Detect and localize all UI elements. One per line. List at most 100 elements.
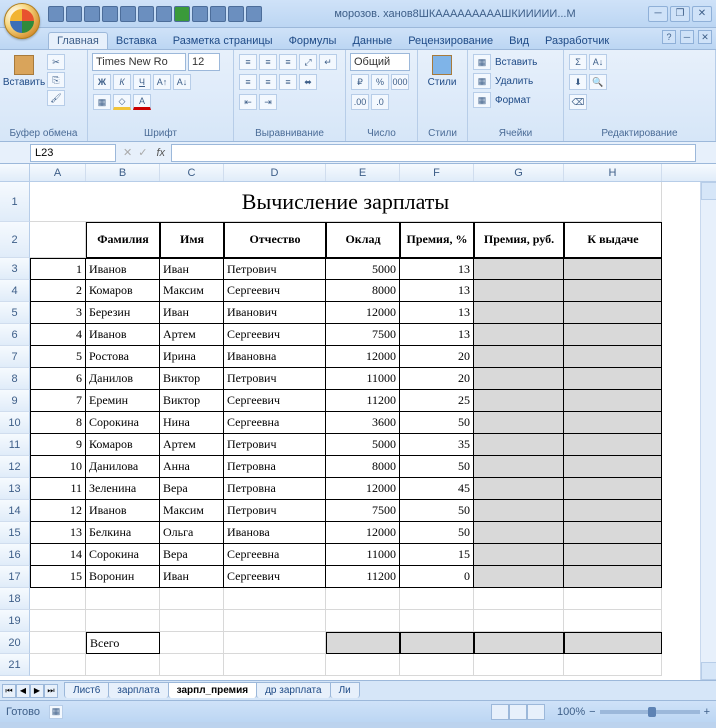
cell[interactable]: 11000 [326,368,400,390]
col-header-d[interactable]: D [224,164,326,181]
cell[interactable]: Петрович [224,434,326,456]
increase-decimal-button[interactable]: .00 [351,94,369,110]
cell[interactable]: Иванов [86,258,160,280]
cell[interactable]: 50 [400,500,474,522]
cell[interactable] [326,654,400,676]
cell[interactable] [160,632,224,654]
cell[interactable]: Иванова [224,522,326,544]
cell[interactable]: Вера [160,478,224,500]
qat-email-icon[interactable] [192,6,208,22]
align-bottom-button[interactable]: ≡ [279,54,297,70]
row-header-13[interactable]: 13 [0,478,30,500]
macro-record-icon[interactable]: ▦ [49,705,63,719]
qat-more-icon[interactable] [246,6,262,22]
cell[interactable]: 8000 [326,456,400,478]
col-header-c[interactable]: C [160,164,224,181]
cell[interactable]: Виктор [160,368,224,390]
cell[interactable] [564,632,662,654]
align-right-button[interactable]: ≡ [279,74,297,90]
qat-open-icon[interactable] [138,6,154,22]
cell[interactable] [474,434,564,456]
vertical-scrollbar[interactable] [700,182,716,680]
cell[interactable]: 13 [400,280,474,302]
cell[interactable]: Вера [160,544,224,566]
cell[interactable]: Сорокина [86,544,160,566]
cell[interactable]: Березин [86,302,160,324]
cell[interactable]: Анна [160,456,224,478]
help-button[interactable]: ? [662,30,676,44]
cell[interactable] [224,588,326,610]
qat-spell-icon[interactable] [228,6,244,22]
cell[interactable] [564,588,662,610]
underline-button[interactable]: Ч [133,74,151,90]
cell[interactable]: Ростова [86,346,160,368]
zoom-out-button[interactable]: − [589,706,595,718]
cell[interactable] [564,302,662,324]
worksheet-grid[interactable]: A B C D E F G H 1Вычисление зарплаты2Фам… [0,164,716,680]
cell[interactable]: 8000 [326,280,400,302]
col-header-h[interactable]: H [564,164,662,181]
cell[interactable] [564,478,662,500]
row-header-7[interactable]: 7 [0,346,30,368]
cell[interactable] [564,500,662,522]
cell[interactable]: Иванов [86,324,160,346]
cell[interactable]: 20 [400,346,474,368]
cell[interactable]: Вычисление зарплаты [30,182,662,222]
align-top-button[interactable]: ≡ [239,54,257,70]
cell[interactable]: Петровна [224,478,326,500]
qat-undo-icon[interactable] [66,6,82,22]
cell[interactable]: Ивановна [224,346,326,368]
cell[interactable]: Премия, % [400,222,474,258]
cell[interactable] [224,610,326,632]
cell[interactable] [564,544,662,566]
cell[interactable]: Оклад [326,222,400,258]
cell[interactable] [30,632,86,654]
row-header-3[interactable]: 3 [0,258,30,280]
cell[interactable]: 25 [400,390,474,412]
cell[interactable]: Сергеевич [224,324,326,346]
italic-button[interactable]: К [113,74,131,90]
cell[interactable] [564,280,662,302]
cell[interactable]: 11 [30,478,86,500]
col-header-a[interactable]: A [30,164,86,181]
cell[interactable]: 7 [30,390,86,412]
cell[interactable]: 12000 [326,302,400,324]
cell[interactable] [474,522,564,544]
cell[interactable]: 0 [400,566,474,588]
cell[interactable]: 13 [400,258,474,280]
tab-page-layout[interactable]: Разметка страницы [165,33,281,49]
decrease-decimal-button[interactable]: .0 [371,94,389,110]
cell[interactable]: 12000 [326,478,400,500]
cell[interactable]: Отчество [224,222,326,258]
sheet-nav-last[interactable]: ⏭ [44,684,58,698]
cell[interactable]: Иванович [224,302,326,324]
cell[interactable] [400,588,474,610]
cell[interactable]: Воронин [86,566,160,588]
cell[interactable]: 50 [400,522,474,544]
cell[interactable] [564,258,662,280]
cell[interactable]: Данилов [86,368,160,390]
cell[interactable] [474,478,564,500]
cell[interactable]: Иван [160,566,224,588]
cell[interactable] [326,632,400,654]
row-header-1[interactable]: 1 [0,182,30,222]
cells-format-button[interactable]: Формат [495,95,531,106]
cell[interactable]: Сергеевич [224,390,326,412]
cell[interactable]: Белкина [86,522,160,544]
row-header-8[interactable]: 8 [0,368,30,390]
cell[interactable] [474,280,564,302]
sheet-tab-1[interactable]: зарплата [108,682,168,698]
borders-button[interactable]: ▦ [93,94,111,110]
shrink-font-button[interactable]: A↓ [173,74,191,90]
cell[interactable]: 50 [400,412,474,434]
cell[interactable]: 13 [30,522,86,544]
row-header-9[interactable]: 9 [0,390,30,412]
wrap-text-button[interactable]: ↵ [319,54,337,70]
cell[interactable] [224,632,326,654]
zoom-in-button[interactable]: + [704,706,710,718]
sheet-tab-2[interactable]: зарпл_премия [168,682,257,698]
align-middle-button[interactable]: ≡ [259,54,277,70]
col-header-g[interactable]: G [474,164,564,181]
cell[interactable]: 7500 [326,500,400,522]
cell[interactable]: 5000 [326,434,400,456]
